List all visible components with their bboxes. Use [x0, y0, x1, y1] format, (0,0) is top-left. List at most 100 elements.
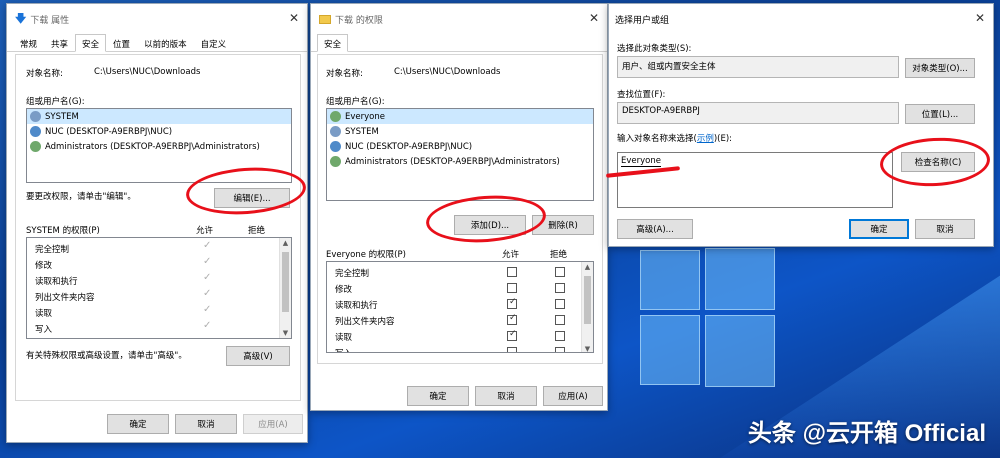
check-icon: ✓	[203, 304, 212, 315]
list-item[interactable]: Administrators (DESKTOP-A9ERBPJ\Administ…	[327, 154, 593, 169]
perm-name: 读取和执行	[35, 277, 78, 287]
deny-checkbox[interactable]	[555, 283, 565, 293]
enter-names-label: 输入对象名称来选择(示例)(E):	[617, 132, 732, 144]
scroll-thumb[interactable]	[584, 276, 591, 324]
deny-header: 拒绝	[550, 250, 568, 260]
permission-list: 完全控制 修改 读取和执行 列出文件夹内容 读取 写入 ▲ ▼	[326, 261, 594, 353]
deny-checkbox[interactable]	[555, 331, 565, 341]
window-title: 下载 属性	[30, 15, 70, 26]
system-user-icon	[30, 111, 41, 122]
windows-logo-pane	[705, 315, 775, 387]
group-icon	[30, 141, 41, 152]
perm-row: 完全控制 ✓	[27, 240, 291, 256]
perm-name: 写入	[35, 325, 53, 335]
object-name-label: 对象名称:	[326, 69, 363, 79]
perm-name: 完全控制	[335, 269, 370, 279]
perm-name: 修改	[35, 261, 53, 271]
tab-previous-versions[interactable]: 以前的版本	[137, 34, 194, 51]
advanced-button[interactable]: 高级(A)...	[617, 219, 693, 239]
perm-name: 列出文件夹内容	[335, 317, 395, 327]
title-bar: 选择用户或组 ✕	[609, 4, 993, 34]
locations-button[interactable]: 位置(L)...	[905, 104, 975, 124]
tab-security[interactable]: 安全	[75, 34, 107, 52]
deny-checkbox[interactable]	[555, 267, 565, 277]
advanced-button[interactable]: 高级(V)	[226, 346, 290, 366]
title-bar: 下载 的权限 ✕	[311, 4, 607, 34]
scroll-down-icon[interactable]: ▼	[582, 345, 593, 352]
object-names-input[interactable]: Everyone	[617, 152, 893, 208]
perm-row: 读取	[327, 328, 593, 344]
tab-general[interactable]: 常规	[13, 34, 44, 51]
perm-row: 读取和执行	[327, 296, 593, 312]
allow-checkbox[interactable]	[507, 297, 517, 309]
object-type-field: 用户、组或内置安全主体	[617, 56, 899, 78]
permission-list: 完全控制 ✓ 修改 ✓ 读取和执行 ✓ 列出文件夹内容 ✓ 读取 ✓ 写入 ✓ ▲ ▼	[26, 237, 292, 339]
object-types-button[interactable]: 对象类型(O)...	[905, 58, 975, 78]
list-item[interactable]: Everyone	[327, 109, 593, 124]
scroll-thumb[interactable]	[282, 252, 289, 312]
groups-label: 组或用户名(G):	[26, 97, 85, 107]
scroll-down-icon[interactable]: ▼	[280, 329, 291, 337]
list-item[interactable]: SYSTEM	[27, 109, 291, 124]
security-panel: 对象名称: C:\Users\NUC\Downloads 组或用户名(G): S…	[15, 54, 301, 401]
allow-checkbox[interactable]	[507, 347, 517, 352]
apply-button[interactable]: 应用(A)	[243, 414, 303, 434]
deny-checkbox[interactable]	[555, 299, 565, 309]
perm-row: 修改	[327, 280, 593, 296]
examples-link[interactable]: 示例	[697, 134, 714, 144]
list-item[interactable]: Administrators (DESKTOP-A9ERBPJ\Administ…	[27, 139, 291, 154]
user-icon	[30, 126, 41, 137]
list-item-label: Everyone	[345, 111, 385, 122]
change-hint: 要更改权限，请单击"编辑"。	[26, 192, 136, 202]
advanced-hint: 有关特殊权限或高级设置，请单击"高级"。	[26, 351, 187, 361]
windows-logo-pane	[640, 250, 700, 310]
scrollbar[interactable]: ▲ ▼	[581, 262, 593, 352]
list-item[interactable]: NUC (DESKTOP-A9ERBPJ\NUC)	[327, 139, 593, 154]
object-name-label: 对象名称:	[26, 69, 63, 79]
allow-checkbox[interactable]	[507, 283, 517, 293]
cancel-button[interactable]: 取消	[475, 386, 537, 406]
allow-checkbox[interactable]	[507, 267, 517, 277]
ok-button[interactable]: 确定	[849, 219, 909, 239]
tab-security[interactable]: 安全	[317, 34, 349, 52]
properties-window: 🡇 下载 属性 ✕ 常规 共享 安全 位置 以前的版本 自定义 对象名称: C:…	[6, 3, 308, 443]
watermark: 头条 @云开箱 Official	[747, 420, 986, 447]
list-item-label: SYSTEM	[45, 111, 79, 122]
window-title: 选择用户或组	[615, 15, 670, 26]
tab-location[interactable]: 位置	[106, 34, 137, 51]
download-arrow-icon: 🡇	[15, 11, 27, 25]
deny-checkbox[interactable]	[555, 315, 565, 325]
perm-title: SYSTEM 的权限(P)	[26, 226, 100, 236]
object-name-value: C:\Users\NUC\Downloads	[94, 67, 201, 77]
perm-name: 写入	[335, 347, 352, 352]
deny-checkbox[interactable]	[555, 347, 565, 352]
list-item-label: SYSTEM	[345, 126, 379, 137]
perm-name: 修改	[335, 285, 353, 295]
cancel-button[interactable]: 取消	[915, 219, 975, 239]
tab-customize[interactable]: 自定义	[194, 34, 234, 51]
title-bar: 🡇 下载 属性 ✕	[7, 4, 307, 34]
list-item[interactable]: SYSTEM	[327, 124, 593, 139]
list-item-label: Administrators (DESKTOP-A9ERBPJ\Administ…	[45, 141, 260, 152]
perm-row: 列出文件夹内容	[327, 312, 593, 328]
allow-checkbox[interactable]	[507, 329, 517, 341]
ok-button[interactable]: 确定	[407, 386, 469, 406]
user-icon	[330, 141, 341, 152]
perm-row: 列出文件夹内容 ✓	[27, 288, 291, 304]
check-icon: ✓	[203, 288, 212, 299]
allow-checkbox[interactable]	[507, 313, 517, 325]
perm-row: 写入 ✓	[27, 320, 291, 336]
apply-button[interactable]: 应用(A)	[543, 386, 603, 406]
scrollbar[interactable]: ▲ ▼	[279, 238, 291, 338]
close-icon[interactable]: ✕	[589, 11, 599, 25]
list-item[interactable]: NUC (DESKTOP-A9ERBPJ\NUC)	[27, 124, 291, 139]
scroll-up-icon[interactable]: ▲	[280, 239, 291, 247]
perm-row: 完全控制	[327, 264, 593, 280]
cancel-button[interactable]: 取消	[175, 414, 237, 434]
perm-name: 读取	[335, 333, 353, 343]
close-icon[interactable]: ✕	[289, 11, 299, 25]
ok-button[interactable]: 确定	[107, 414, 169, 434]
close-icon[interactable]: ✕	[975, 11, 985, 25]
tab-sharing[interactable]: 共享	[44, 34, 75, 51]
scroll-up-icon[interactable]: ▲	[582, 263, 593, 271]
